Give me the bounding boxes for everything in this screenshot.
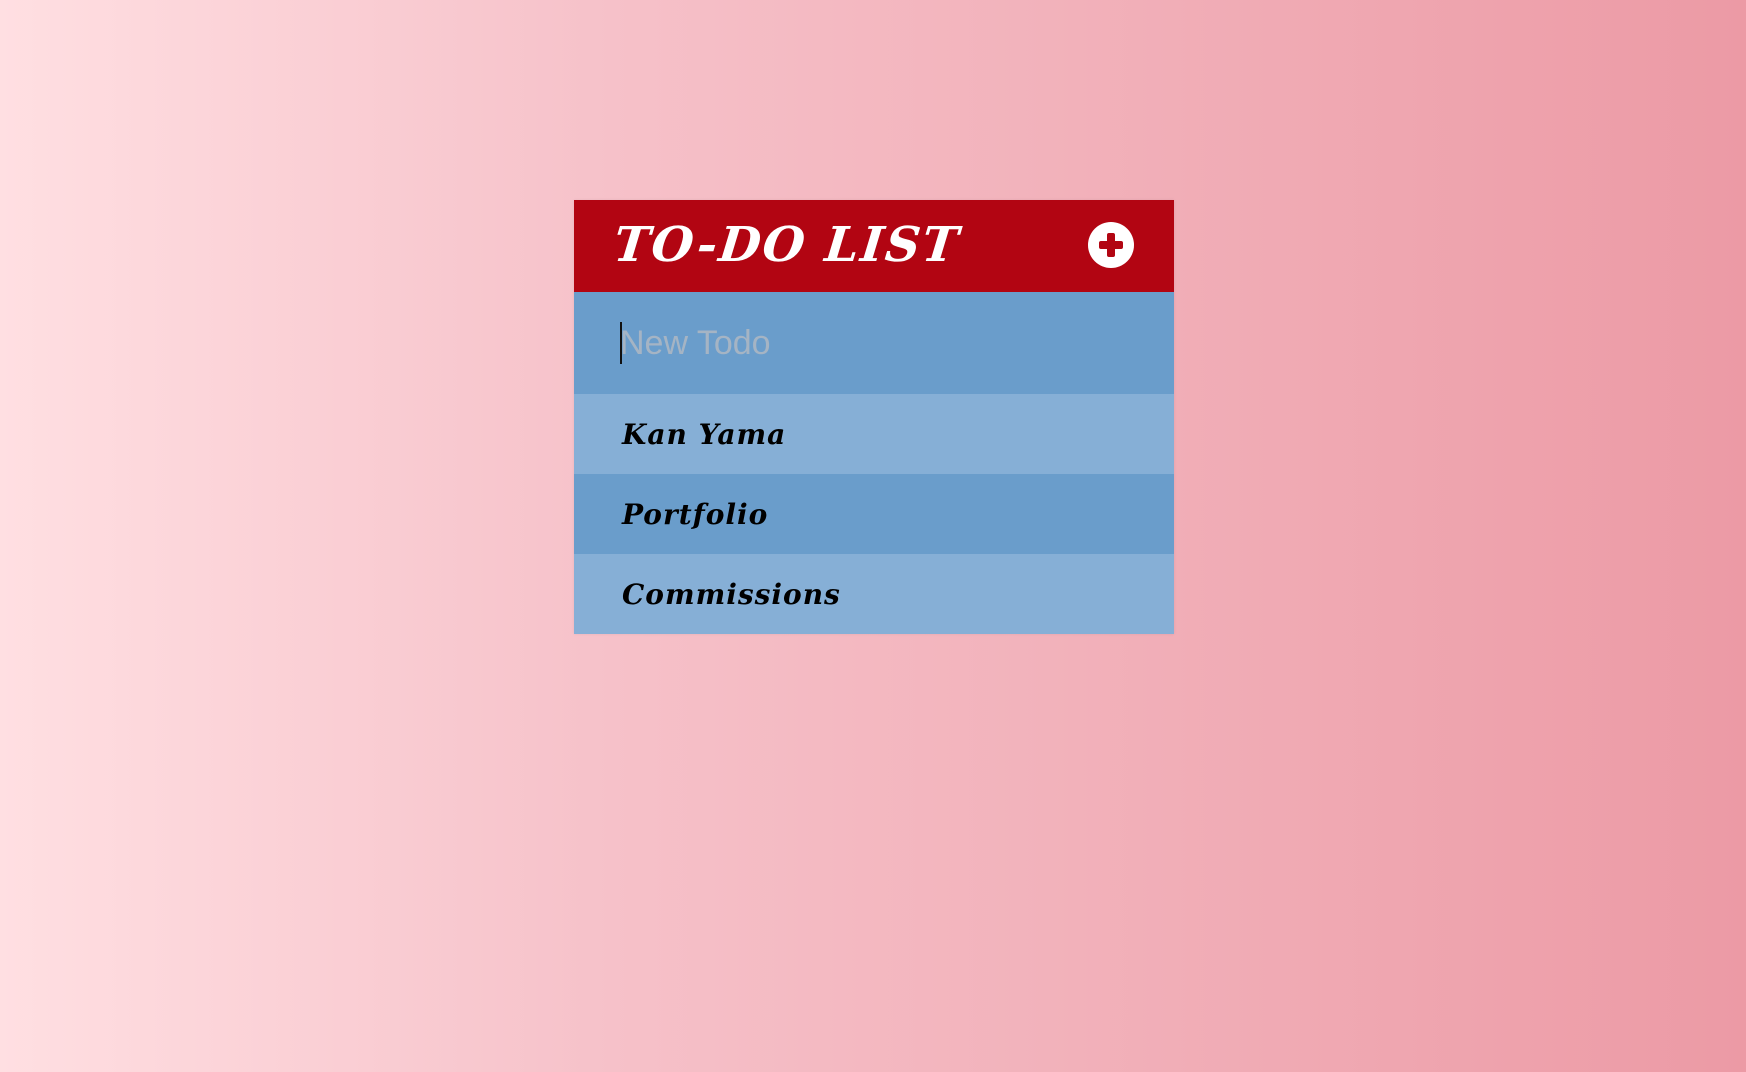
- todo-item-portfolio[interactable]: Portfolio: [574, 474, 1174, 554]
- add-todo-button[interactable]: [1088, 222, 1134, 268]
- todo-item-commissions[interactable]: Commissions: [574, 554, 1174, 634]
- text-caret: [620, 322, 622, 364]
- todo-item-label: Portfolio: [622, 497, 769, 531]
- todo-item-label: Commissions: [622, 577, 841, 611]
- todo-item-label: Kan Yama: [622, 417, 787, 451]
- new-todo-row: [574, 292, 1174, 394]
- plus-icon-vertical: [1107, 233, 1115, 257]
- new-todo-input[interactable]: [620, 318, 1140, 368]
- todo-list: Kan Yama Portfolio Commissions: [574, 394, 1174, 634]
- todo-header: TO-DO LIST: [574, 200, 1174, 292]
- todo-card: TO-DO LIST Kan Yama Portfolio Commission…: [574, 200, 1174, 634]
- todo-item-kan-yama[interactable]: Kan Yama: [574, 394, 1174, 474]
- app-title: TO-DO LIST: [611, 217, 963, 273]
